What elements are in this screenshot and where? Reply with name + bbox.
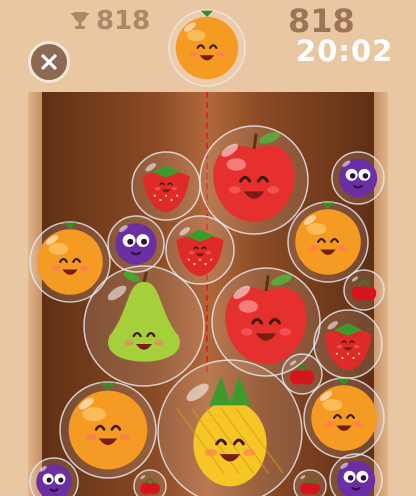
fruit-strawberry-11 [313,309,383,379]
fruit-strawberry-1 [131,151,201,221]
fruit-orange-15 [59,381,157,479]
fruit-grape-5 [107,215,165,273]
fruit-pineapple-14 [157,359,303,496]
fruit-layer [29,9,385,496]
fruit-orange-13 [303,377,385,459]
fruit-cherry-17 [133,469,167,496]
fruit-strawberry-6 [165,215,235,285]
fruit-cherry-10 [343,269,385,311]
fruit-grape-3 [331,151,385,205]
fruit-apple-2 [199,125,309,235]
next-fruit-orange [168,9,246,87]
fruit-cherry-12 [281,353,323,395]
fruit-grape-19 [329,453,383,496]
fruit-pear-8 [83,265,205,387]
fruit-cherry-18 [293,469,327,496]
fruit-grape-16 [29,457,79,496]
fruit-orange-4 [287,201,369,283]
